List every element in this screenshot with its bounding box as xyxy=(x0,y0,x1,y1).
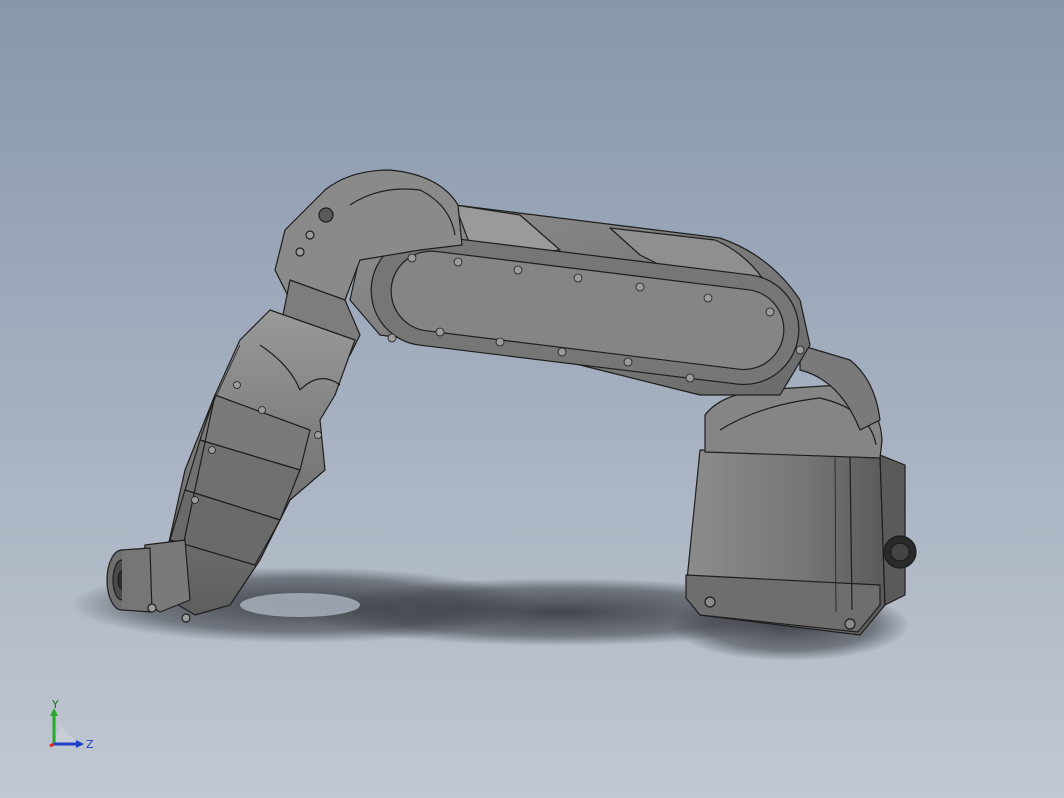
triad-z-arrowhead xyxy=(76,740,84,748)
triad-plane xyxy=(54,724,78,744)
model-scene[interactable] xyxy=(0,0,1064,798)
view-orientation-triad: Y Z xyxy=(49,698,94,751)
robot-arm-model[interactable] xyxy=(106,169,917,636)
triad-x-axis xyxy=(49,742,55,748)
triad-z-label: Z xyxy=(86,738,94,751)
triad-y-label: Y xyxy=(51,698,59,711)
robot-base[interactable] xyxy=(685,449,917,636)
graphics-viewport[interactable]: Y Z xyxy=(0,0,1064,798)
